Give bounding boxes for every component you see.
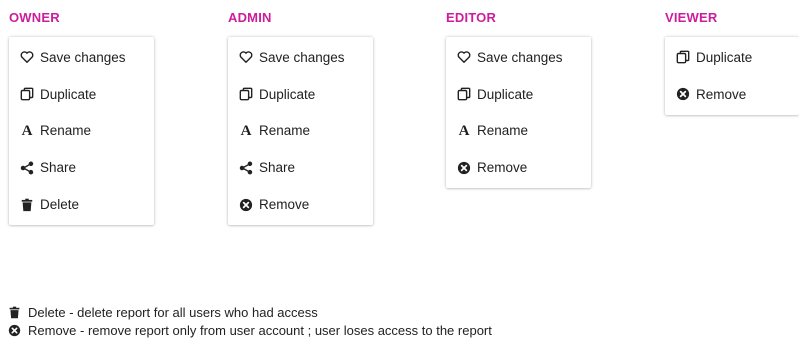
heart-icon (457, 50, 471, 64)
editor-remove-label: Remove (477, 160, 528, 176)
rename-icon: A (240, 122, 252, 139)
remove-icon (239, 198, 253, 212)
admin-remove-item[interactable]: Remove (228, 186, 373, 223)
admin-rename-label: Rename (259, 123, 311, 139)
rename-icon: A (21, 122, 33, 139)
admin-save-changes-item[interactable]: Save changes (228, 39, 373, 76)
admin-menu: Save changes Duplicate A Rename Share Re… (228, 37, 373, 225)
owner-save-changes-item[interactable]: Save changes (9, 39, 154, 76)
admin-remove-label: Remove (259, 197, 310, 213)
role-title-viewer: VIEWER (665, 10, 718, 25)
editor-duplicate-label: Duplicate (477, 86, 534, 102)
viewer-remove-item[interactable]: Remove (665, 76, 799, 113)
owner-share-item[interactable]: Share (9, 149, 154, 186)
admin-share-label: Share (259, 160, 296, 176)
viewer-menu: Duplicate Remove (665, 37, 799, 115)
remove-icon (8, 324, 21, 337)
editor-menu: Save changes Duplicate A Rename Remove (446, 37, 591, 189)
legend-remove-row: Remove - remove report only from user ac… (8, 321, 492, 339)
duplicate-icon (20, 87, 34, 101)
viewer-duplicate-label: Duplicate (696, 49, 753, 65)
editor-save-changes-item[interactable]: Save changes (446, 39, 591, 76)
admin-duplicate-label: Duplicate (259, 86, 316, 102)
owner-duplicate-item[interactable]: Duplicate (9, 76, 154, 113)
remove-icon (676, 87, 690, 101)
legend-delete-row: Delete - delete report for all users who… (8, 303, 492, 321)
trash-icon (8, 306, 21, 319)
admin-save-changes-label: Save changes (259, 49, 345, 65)
duplicate-icon (239, 87, 253, 101)
admin-share-item[interactable]: Share (228, 149, 373, 186)
duplicate-icon (457, 87, 471, 101)
editor-save-changes-label: Save changes (477, 49, 563, 65)
trash-icon (20, 198, 34, 212)
legend: Delete - delete report for all users who… (8, 303, 492, 339)
editor-rename-item[interactable]: A Rename (446, 113, 591, 150)
admin-duplicate-item[interactable]: Duplicate (228, 76, 373, 113)
editor-remove-item[interactable]: Remove (446, 149, 591, 186)
heart-icon (20, 50, 34, 64)
owner-save-changes-label: Save changes (40, 49, 126, 65)
owner-menu: Save changes Duplicate A Rename Share De… (9, 37, 154, 225)
editor-duplicate-item[interactable]: Duplicate (446, 76, 591, 113)
legend-remove-text: Remove - remove report only from user ac… (28, 322, 492, 338)
role-title-owner: OWNER (9, 10, 60, 25)
remove-icon (457, 161, 471, 175)
role-title-editor: EDITOR (446, 10, 497, 25)
heart-icon (239, 50, 253, 64)
viewer-duplicate-item[interactable]: Duplicate (665, 39, 799, 76)
owner-rename-item[interactable]: A Rename (9, 113, 154, 150)
share-icon (20, 161, 34, 175)
owner-delete-label: Delete (40, 197, 80, 213)
admin-rename-item[interactable]: A Rename (228, 113, 373, 150)
owner-duplicate-label: Duplicate (40, 86, 97, 102)
owner-share-label: Share (40, 160, 77, 176)
viewer-remove-label: Remove (696, 86, 747, 102)
rename-icon: A (458, 122, 470, 139)
owner-delete-item[interactable]: Delete (9, 186, 154, 223)
legend-delete-text: Delete - delete report for all users who… (28, 304, 318, 320)
share-icon (239, 161, 253, 175)
role-title-admin: ADMIN (228, 10, 272, 25)
duplicate-icon (676, 50, 690, 64)
editor-rename-label: Rename (477, 123, 529, 139)
owner-rename-label: Rename (40, 123, 92, 139)
